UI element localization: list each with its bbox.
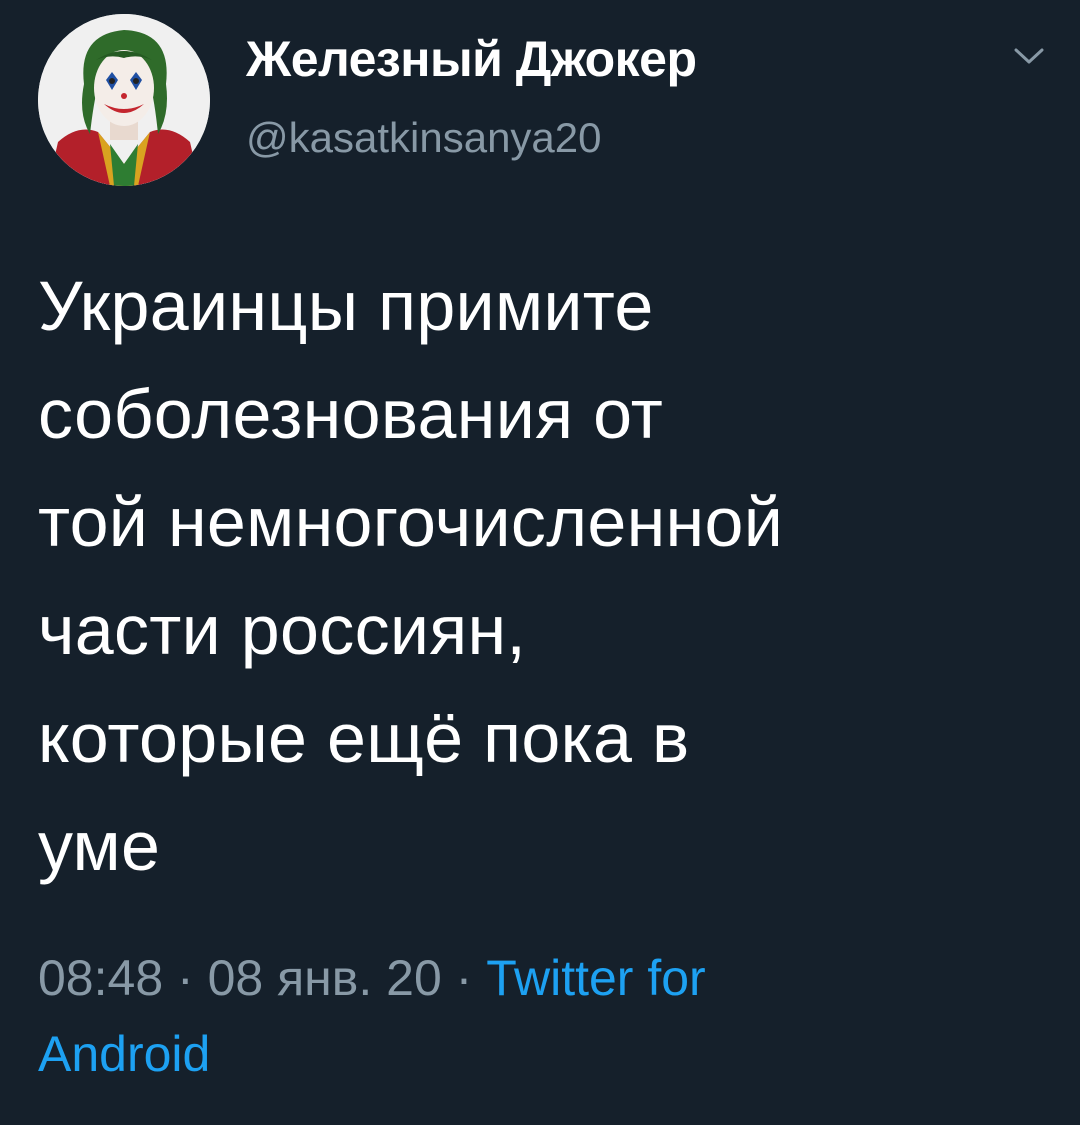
joker-avatar-icon — [38, 14, 210, 186]
meta-separator: · — [177, 950, 194, 1006]
tweet-source-link[interactable]: Twitter for — [486, 950, 705, 1006]
tweet-text: Украинцы примите соболезнования от той н… — [38, 252, 1048, 900]
tweet-text-line: Украинцы примите — [38, 267, 654, 345]
tweet-text-line: соболезнования от — [38, 375, 664, 453]
meta-separator: · — [455, 950, 473, 1006]
tweet-card: Железный Джокер @kasatkinsanya20 Украинц… — [0, 0, 1080, 1125]
tweet-text-line: которые ещё пока в — [38, 699, 690, 777]
author-handle[interactable]: @kasatkinsanya20 — [246, 114, 602, 162]
tweet-text-line: части россиян, — [38, 591, 527, 669]
tweet-text-line: уме — [38, 807, 161, 885]
avatar[interactable] — [38, 14, 210, 186]
chevron-down-icon[interactable] — [1012, 44, 1046, 68]
tweet-source-link-cont[interactable]: Android — [38, 1026, 210, 1082]
tweet-text-line: той немногочисленной — [38, 483, 784, 561]
author-display-name[interactable]: Железный Джокер — [246, 30, 697, 88]
tweet-time[interactable]: 08:48 — [38, 950, 163, 1006]
tweet-meta: 08:48 · 08 янв. 20 · Twitter for Android — [38, 940, 1048, 1092]
tweet-date[interactable]: 08 янв. 20 — [208, 950, 442, 1006]
